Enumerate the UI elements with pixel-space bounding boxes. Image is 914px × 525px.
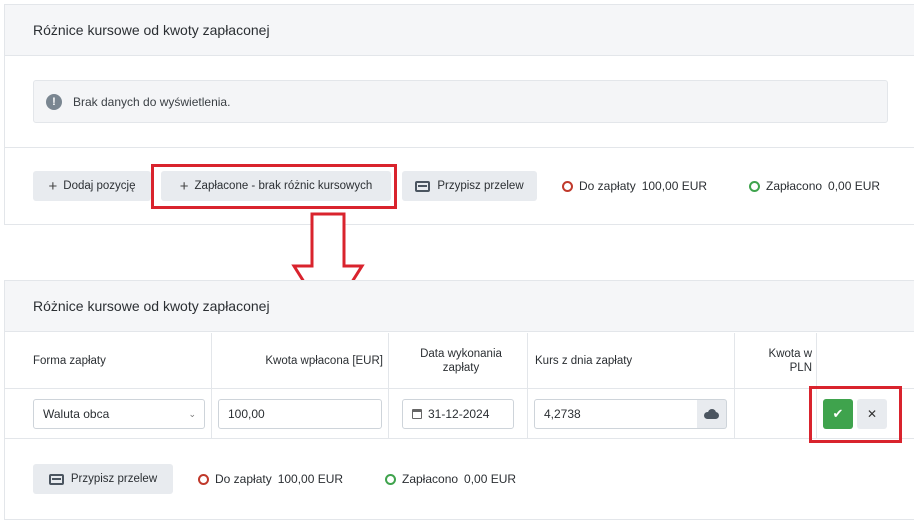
amount-paid-input[interactable]: 100,00 [218,399,382,429]
exec-date-input[interactable]: 31-12-2024 [402,399,514,429]
confirm-row-button[interactable]: ✔ [823,399,853,429]
credit-card-icon [415,180,431,192]
col-amount-pln-label: Kwota w PLN [768,348,812,374]
due-status-icon [198,473,209,485]
check-icon: ✔ [832,406,844,421]
paid-amount: Zapłacono 0,00 EUR [749,179,880,193]
assign-transfer-label: Przypisz przelew [437,180,524,192]
rate-input[interactable]: 4,2738 [534,399,698,429]
cloud-download-icon [704,409,719,419]
credit-card-icon [48,473,64,485]
chevron-down-icon: ⌄ [188,409,196,419]
paid-value: 0,00 EUR [464,472,517,486]
paid-no-diff-label: Zapłacone - brak różnic kursowych [194,180,373,192]
cancel-row-button[interactable]: ✕ [857,399,887,429]
paid-label: Zapłacono [402,472,459,486]
due-value: 100,00 EUR [277,472,344,486]
calendar-icon [412,409,422,419]
payment-form-select[interactable]: Waluta obca ⌄ [33,399,205,429]
col-amount-paid: Kwota wpłacona [EUR] [265,355,383,367]
col-exec-date: Data wykonania zapłaty [391,333,531,389]
col-amount-pln: Kwota w PLN [740,333,812,389]
due-value: 100,00 EUR [641,179,708,193]
add-position-button[interactable]: + Dodaj pozycję [33,171,151,201]
no-data-alert: ! Brak danych do wyświetlenia. [33,80,888,123]
alert-text: Brak danych do wyświetlenia. [73,94,231,109]
table-row: Waluta obca ⌄ 100,00 31-12-2024 4,2738 ✔… [5,389,914,439]
amount-paid-value: 100,00 [228,407,265,421]
paid-label: Zapłacono [766,179,823,193]
plus-icon: + [179,177,189,195]
table-header: Forma zapłaty Kwota wpłacona [EUR] Data … [5,333,914,389]
plus-icon: + [48,177,58,195]
close-icon: ✕ [866,407,878,421]
payment-form-value: Waluta obca [43,407,110,421]
due-label: Do zapłaty [579,179,636,193]
assign-transfer-button[interactable]: Przypisz przelew [33,464,173,494]
due-status-icon [562,180,573,192]
paid-no-exchange-diff-button[interactable]: + Zapłacone - brak różnic kursowych [161,171,391,201]
col-payment-form: Forma zapłaty [33,355,106,367]
paid-status-icon [749,180,760,192]
divider [5,147,914,148]
col-exec-date-label: Data wykonania zapłaty [420,348,502,374]
fetch-rate-button[interactable] [697,399,727,429]
paid-amount: Zapłacono 0,00 EUR [385,472,516,486]
due-amount: Do zapłaty 100,00 EUR [198,472,343,486]
rate-value: 4,2738 [544,407,581,421]
assign-transfer-label: Przypisz przelew [70,473,158,485]
panel-title: Różnice kursowe od kwoty zapłaconej [5,281,914,332]
add-position-label: Dodaj pozycję [63,180,136,192]
due-amount: Do zapłaty 100,00 EUR [562,179,707,193]
col-rate: Kurs z dnia zapłaty [535,355,633,367]
assign-transfer-button[interactable]: Przypisz przelew [402,171,537,201]
exchange-diff-panel-top: Różnice kursowe od kwoty zapłaconej ! Br… [4,4,914,225]
paid-status-icon [385,473,396,485]
panel-title: Różnice kursowe od kwoty zapłaconej [5,5,914,56]
exec-date-value: 31-12-2024 [428,407,490,421]
exclamation-circle-icon: ! [46,93,62,110]
exchange-diff-panel-bottom: Różnice kursowe od kwoty zapłaconej Form… [4,280,914,520]
paid-value: 0,00 EUR [828,179,881,193]
due-label: Do zapłaty [215,472,272,486]
